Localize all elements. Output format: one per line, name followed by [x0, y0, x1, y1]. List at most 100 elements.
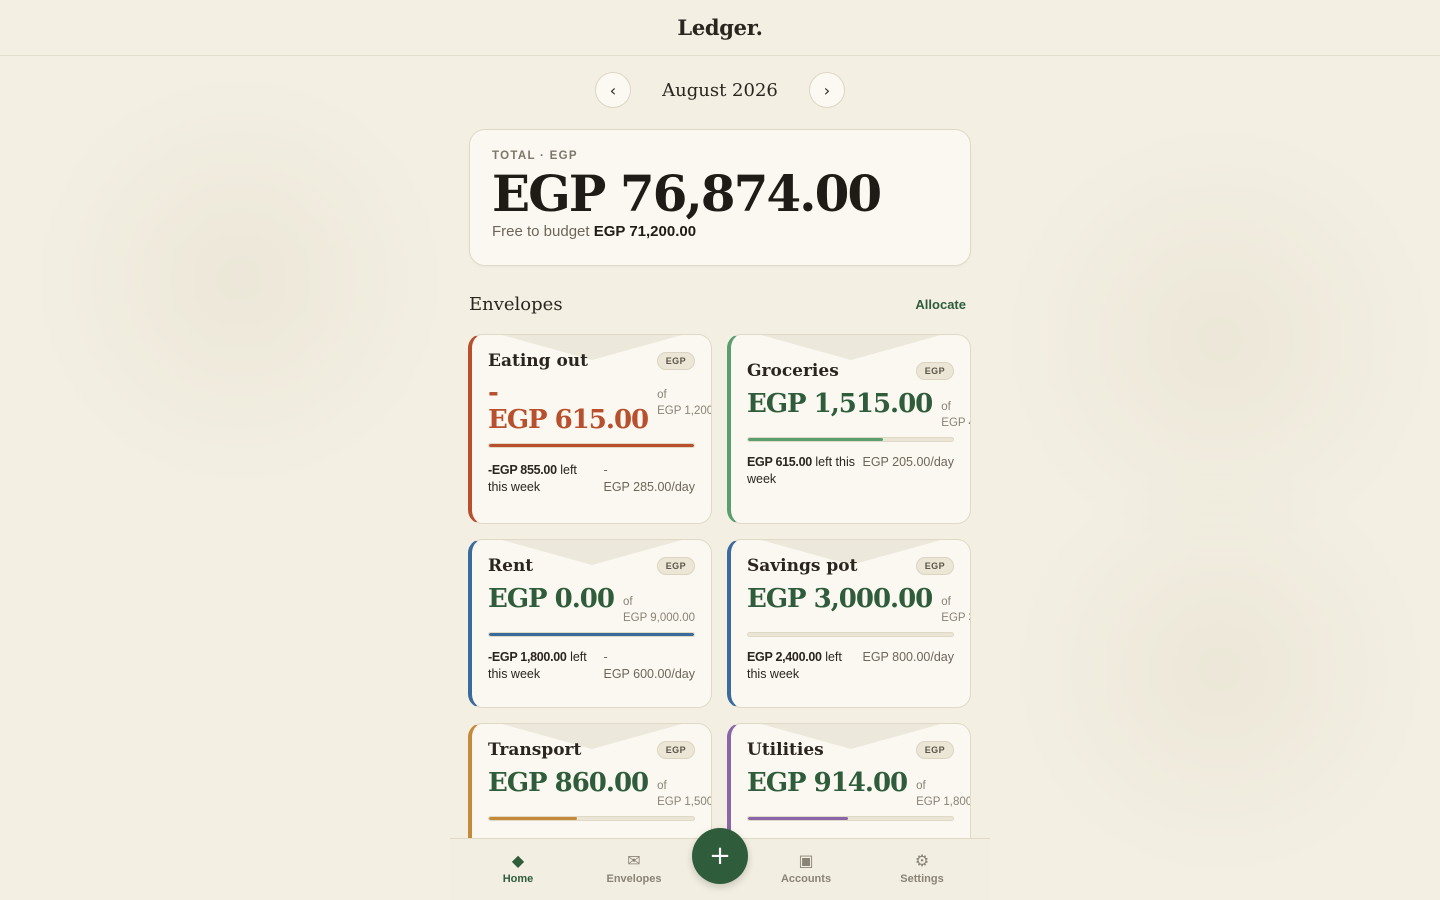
- month-navigator: ‹ August 2026 ›: [0, 72, 1440, 108]
- amount-sign: -: [488, 378, 499, 408]
- tab-label: Settings: [900, 873, 944, 885]
- currency-badge: EGP: [915, 741, 954, 759]
- left-amount: -EGP 855.00: [488, 463, 557, 477]
- envelope-amount: - EGP 615.00: [488, 378, 649, 435]
- envelope-progress-bar: [488, 816, 695, 821]
- envelope-card-eating-out[interactable]: Eating out EGP - EGP 615.00 of EGP 1,200…: [468, 334, 712, 524]
- envelope-card-savings-pot[interactable]: Savings pot EGP EGP 3,000.00 of EGP 3,0 …: [727, 539, 971, 708]
- target-of-label: of: [941, 596, 951, 608]
- envelope-progress-fill: [489, 817, 578, 820]
- envelope-amount: EGP 860.00: [488, 768, 649, 798]
- chevron-right-icon: ›: [823, 80, 831, 100]
- left-amount: EGP 2,400.00: [747, 650, 822, 664]
- background-decoration: [30, 70, 450, 490]
- envelope-progress-bar: [488, 443, 695, 448]
- envelope-amount: EGP 914.00: [747, 768, 908, 798]
- left-amount: -EGP 1,800.00: [488, 650, 567, 664]
- next-month-button[interactable]: ›: [809, 72, 845, 108]
- total-balance-card: TOTAL · EGP EGP 76,874.00 Free to budget…: [469, 129, 971, 266]
- envelope-card-rent[interactable]: Rent EGP EGP 0.00 of EGP 9,000.00 -EGP 1…: [468, 539, 712, 708]
- currency-badge: EGP: [656, 741, 695, 759]
- tab-accounts[interactable]: ▣ Accounts: [766, 851, 846, 885]
- target-amount: EGP 1,800.00: [916, 796, 970, 808]
- left-amount: EGP 615.00: [747, 455, 812, 469]
- envelope-progress-bar: [747, 437, 954, 442]
- envelope-target: of EGP 1,500.0: [657, 778, 712, 810]
- allocate-button[interactable]: Allocate: [915, 297, 971, 312]
- accounts-icon: ▣: [798, 851, 814, 870]
- app-logo: Ledger.: [677, 15, 763, 40]
- per-day-rate: - EGP 285.00/day: [603, 462, 695, 496]
- envelope-amount: EGP 3,000.00: [747, 584, 933, 614]
- amount-value: EGP 615.00: [488, 405, 649, 435]
- envelope-progress-bar: [747, 632, 954, 637]
- chevron-left-icon: ‹: [609, 80, 617, 100]
- per-day-rate: EGP 205.00/day: [862, 454, 954, 488]
- tab-home[interactable]: ◆ Home: [478, 851, 558, 885]
- envelope-icon: ✉: [627, 851, 641, 870]
- target-of-label: of: [657, 780, 667, 792]
- envelope-target: of EGP 4,500: [941, 399, 970, 431]
- target-amount: EGP 9,000.00: [622, 612, 695, 624]
- tab-settings[interactable]: ⚙ Settings: [882, 851, 962, 885]
- per-day-rate: EGP 800.00/day: [862, 649, 954, 683]
- envelope-target: of EGP 9,000.00: [623, 594, 695, 626]
- target-amount: EGP 1,200.00: [657, 405, 711, 417]
- envelope-progress-bar: [488, 632, 695, 637]
- per-day-sign: -: [603, 650, 608, 664]
- envelope-target: of EGP 1,800.00: [916, 778, 970, 810]
- per-day-rate: - EGP 600.00/day: [603, 649, 695, 683]
- add-transaction-button[interactable]: +: [692, 828, 748, 884]
- free-to-budget-amount: EGP 71,200.00: [593, 223, 697, 240]
- envelope-target: of EGP 3,0: [941, 594, 970, 626]
- tab-label: Home: [502, 873, 534, 885]
- envelope-flap: [761, 335, 941, 360]
- currency-badge: EGP: [656, 557, 695, 575]
- left-this-week: EGP 2,400.00 left this week: [747, 649, 857, 683]
- currency-badge: EGP: [915, 557, 954, 575]
- currency-badge: EGP: [915, 362, 954, 380]
- tab-label: Accounts: [780, 873, 832, 885]
- top-bar: Ledger.: [0, 0, 1440, 56]
- total-kicker: TOTAL · EGP: [492, 150, 578, 162]
- plus-icon: +: [709, 841, 731, 871]
- home-icon: ◆: [511, 851, 525, 870]
- free-to-budget: Free to budget EGP 71,200.00: [492, 223, 948, 240]
- per-day-value: EGP 600.00/day: [603, 667, 695, 681]
- per-day-value: EGP 800.00/day: [862, 650, 954, 664]
- envelope-card-groceries[interactable]: Groceries EGP EGP 1,515.00 of EGP 4,500 …: [727, 334, 971, 524]
- target-amount: EGP 3,0: [941, 612, 970, 624]
- tab-label: Envelopes: [606, 873, 662, 885]
- tab-envelopes[interactable]: ✉ Envelopes: [594, 851, 674, 885]
- left-this-week: EGP 615.00 left this week: [747, 454, 859, 488]
- envelope-name: Transport: [488, 740, 582, 760]
- target-of-label: of: [622, 596, 633, 608]
- envelopes-section-title: Envelopes: [469, 293, 563, 315]
- background-decoration: [1010, 460, 1430, 880]
- envelope-progress-fill: [748, 817, 849, 820]
- envelope-target: of EGP 1,200.00: [657, 387, 711, 419]
- previous-month-button[interactable]: ‹: [595, 72, 631, 108]
- target-of-label: of: [916, 780, 926, 792]
- envelope-amount: EGP 0.00: [488, 584, 615, 614]
- envelope-name: Savings pot: [747, 556, 858, 576]
- envelope-progress-fill: [489, 444, 694, 447]
- envelope-name: Eating out: [488, 351, 588, 371]
- envelope-name: Utilities: [747, 740, 824, 760]
- left-this-week: -EGP 1,800.00 left this week: [488, 649, 598, 683]
- envelope-name: Rent: [488, 556, 534, 576]
- envelope-progress-fill: [489, 633, 694, 636]
- target-of-label: of: [941, 401, 951, 413]
- left-this-week: -EGP 855.00 left this week: [488, 462, 593, 496]
- envelope-progress-fill: [748, 438, 884, 441]
- target-amount: EGP 1,500.0: [657, 796, 712, 808]
- envelopes-section-header: Envelopes Allocate: [469, 290, 971, 318]
- per-day-sign: -: [603, 463, 608, 477]
- target-of-label: of: [657, 389, 667, 401]
- envelope-amount: EGP 1,515.00: [747, 389, 933, 419]
- total-amount: EGP 76,874.00: [492, 164, 882, 223]
- month-label: August 2026: [662, 79, 778, 101]
- free-to-budget-label: Free to budget: [492, 223, 590, 240]
- envelope-name: Groceries: [747, 361, 839, 381]
- envelope-progress-bar: [747, 816, 954, 821]
